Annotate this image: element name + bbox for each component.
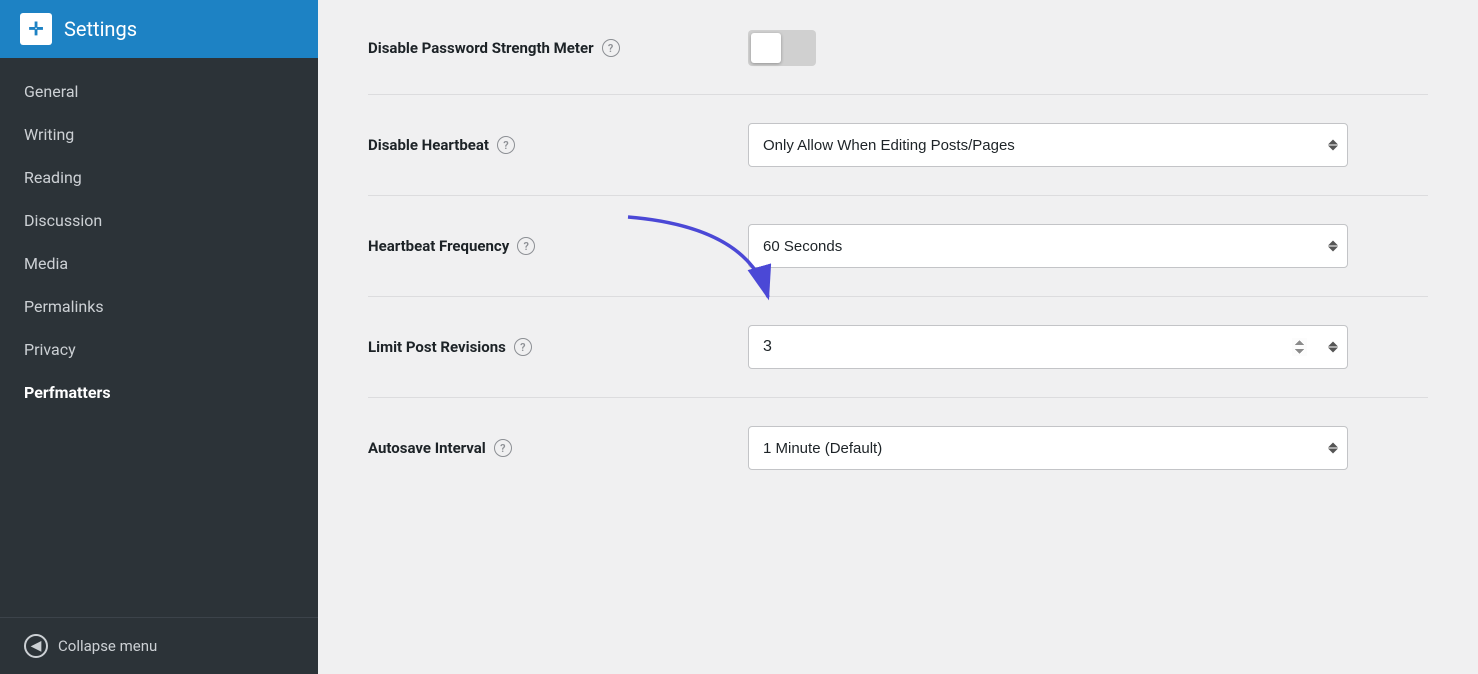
settings-content: Disable Password Strength Meter ? Disabl…	[318, 0, 1478, 538]
main-content: Disable Password Strength Meter ? Disabl…	[318, 0, 1478, 674]
select-disable-heartbeat[interactable]: Disable EverywhereOnly Allow When Editin…	[748, 123, 1348, 167]
number-wrapper-limit-post-revisions	[748, 325, 1348, 369]
help-icon-disable-heartbeat[interactable]: ?	[497, 136, 515, 154]
sidebar-nav: GeneralWritingReadingDiscussionMediaPerm…	[0, 58, 318, 617]
select-wrapper-heartbeat-frequency: 15 Seconds30 Seconds60 Seconds90 Seconds…	[748, 224, 1348, 268]
row-control-heartbeat-frequency: 15 Seconds30 Seconds60 Seconds90 Seconds…	[748, 224, 1428, 268]
collapse-label: Collapse menu	[58, 637, 157, 655]
row-label-disable-heartbeat: Disable Heartbeat ?	[368, 136, 708, 154]
sidebar-item-permalinks[interactable]: Permalinks	[0, 285, 318, 328]
sidebar-item-media[interactable]: Media	[0, 242, 318, 285]
row-label-disable-password: Disable Password Strength Meter ?	[368, 39, 708, 57]
sidebar-item-general[interactable]: General	[0, 70, 318, 113]
select-heartbeat-frequency[interactable]: 15 Seconds30 Seconds60 Seconds90 Seconds…	[748, 224, 1348, 268]
wordpress-logo: ✛	[20, 13, 52, 45]
row-control-limit-post-revisions	[748, 325, 1428, 369]
toggle-thumb	[751, 33, 781, 63]
help-icon-autosave-interval[interactable]: ?	[494, 439, 512, 457]
sidebar-header: ✛ Settings	[0, 0, 318, 58]
sidebar-item-reading[interactable]: Reading	[0, 156, 318, 199]
select-wrapper-autosave-interval: 1 Minute (Default)2 Minutes5 Minutes10 M…	[748, 426, 1348, 470]
settings-row-disable-password: Disable Password Strength Meter ?	[368, 20, 1428, 95]
sidebar-item-perfmatters[interactable]: Perfmatters	[0, 371, 318, 414]
help-icon-disable-password[interactable]: ?	[602, 39, 620, 57]
sidebar: ✛ Settings GeneralWritingReadingDiscussi…	[0, 0, 318, 674]
select-autosave-interval[interactable]: 1 Minute (Default)2 Minutes5 Minutes10 M…	[748, 426, 1348, 470]
row-label-limit-post-revisions: Limit Post Revisions ?	[368, 338, 708, 356]
label-text: Disable Password Strength Meter	[368, 39, 594, 57]
row-label-heartbeat-frequency: Heartbeat Frequency ?	[368, 237, 708, 255]
collapse-icon: ◀	[24, 634, 48, 658]
sidebar-title: Settings	[64, 17, 137, 41]
help-icon-heartbeat-frequency[interactable]: ?	[517, 237, 535, 255]
label-text: Heartbeat Frequency	[368, 237, 509, 255]
settings-row-autosave-interval: Autosave Interval ? 1 Minute (Default)2 …	[368, 398, 1428, 498]
settings-row-limit-post-revisions: Limit Post Revisions ?	[368, 297, 1428, 398]
label-text: Limit Post Revisions	[368, 338, 506, 356]
row-label-autosave-interval: Autosave Interval ?	[368, 439, 708, 457]
sidebar-item-discussion[interactable]: Discussion	[0, 199, 318, 242]
toggle-disable-password[interactable]	[748, 30, 816, 66]
label-text: Autosave Interval	[368, 439, 486, 457]
row-control-autosave-interval: 1 Minute (Default)2 Minutes5 Minutes10 M…	[748, 426, 1428, 470]
number-input-limit-post-revisions[interactable]	[748, 325, 1348, 369]
help-icon-limit-post-revisions[interactable]: ?	[514, 338, 532, 356]
settings-row-disable-heartbeat: Disable Heartbeat ? Disable EverywhereOn…	[368, 95, 1428, 196]
settings-row-heartbeat-frequency: Heartbeat Frequency ? 15 Seconds30 Secon…	[368, 196, 1428, 297]
label-text: Disable Heartbeat	[368, 136, 489, 154]
select-wrapper-disable-heartbeat: Disable EverywhereOnly Allow When Editin…	[748, 123, 1348, 167]
row-control-disable-password	[748, 30, 1428, 66]
collapse-menu-button[interactable]: ◀ Collapse menu	[0, 617, 318, 674]
sidebar-item-privacy[interactable]: Privacy	[0, 328, 318, 371]
sidebar-item-writing[interactable]: Writing	[0, 113, 318, 156]
row-control-disable-heartbeat: Disable EverywhereOnly Allow When Editin…	[748, 123, 1428, 167]
